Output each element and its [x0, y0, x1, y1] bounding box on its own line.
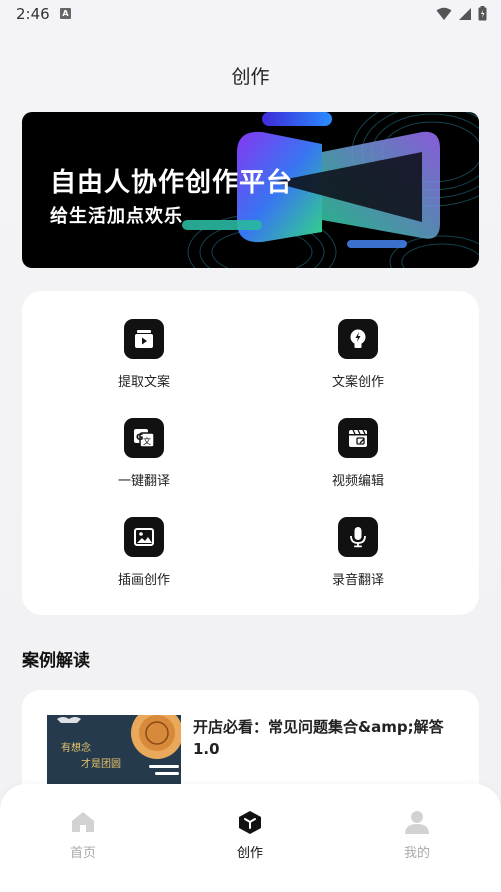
tool-label: 提取文案 — [117, 375, 170, 390]
tool-copywriting[interactable]: 文案创作 — [288, 319, 428, 390]
case-title: 开店必看：常见问题集合&amp;解答1.0 — [193, 718, 444, 758]
tool-extract-text[interactable]: 提取文案 — [74, 319, 214, 390]
image-icon — [124, 517, 164, 557]
bottom-nav: 首页 创作 我的 — [0, 784, 501, 892]
tool-illustration[interactable]: 插画创作 — [74, 517, 214, 588]
status-bar: 2:46 A — [0, 0, 501, 28]
banner-title: 自由人协作创作平台 — [50, 168, 294, 198]
thumb-text-1: 有想念 — [61, 743, 91, 754]
cases-heading: 案例解读 — [22, 651, 90, 671]
tool-label: 视频编辑 — [331, 474, 384, 489]
cube-icon — [239, 811, 261, 834]
tool-label: 一键翻译 — [117, 474, 170, 489]
nav-create[interactable]: 创作 — [210, 810, 290, 861]
tools-card: 提取文案 文案创作 G文 一键翻译 视频编辑 插画创作 录音翻译 — [22, 291, 479, 615]
microphone-icon — [338, 517, 378, 557]
translate-icon: G文 — [124, 418, 164, 458]
tool-audio-translate[interactable]: 录音翻译 — [288, 517, 428, 588]
battery-icon — [478, 6, 487, 21]
user-icon — [405, 811, 429, 834]
clapperboard-icon — [338, 418, 378, 458]
lightbulb-icon — [338, 319, 378, 359]
signal-icon — [459, 7, 471, 20]
nav-profile[interactable]: 我的 — [377, 810, 457, 861]
promo-banner[interactable]: 自由人协作创作平台 给生活加点欢乐 — [22, 112, 479, 268]
page-title: 创作 — [231, 66, 270, 88]
tool-video-edit[interactable]: 视频编辑 — [288, 418, 428, 489]
case-thumbnail: 有想念 才是团圆 — [47, 715, 181, 785]
tool-label: 文案创作 — [331, 375, 384, 390]
nav-home[interactable]: 首页 — [43, 810, 123, 861]
nav-label: 创作 — [236, 846, 263, 861]
nav-label: 首页 — [69, 846, 96, 861]
tool-label: 插画创作 — [117, 573, 170, 588]
video-extract-icon — [124, 319, 164, 359]
banner-subtitle: 给生活加点欢乐 — [50, 206, 183, 227]
home-icon — [72, 812, 94, 832]
tool-translate[interactable]: G文 一键翻译 — [74, 418, 214, 489]
status-icons — [436, 6, 487, 21]
thumb-text-2: 才是团圆 — [81, 759, 121, 770]
wifi-icon — [436, 7, 452, 20]
status-notification-icon: A — [60, 8, 71, 19]
tool-label: 录音翻译 — [331, 573, 384, 588]
status-time: 2:46 — [16, 5, 50, 23]
svg-text:文: 文 — [143, 436, 151, 446]
nav-label: 我的 — [403, 846, 430, 861]
